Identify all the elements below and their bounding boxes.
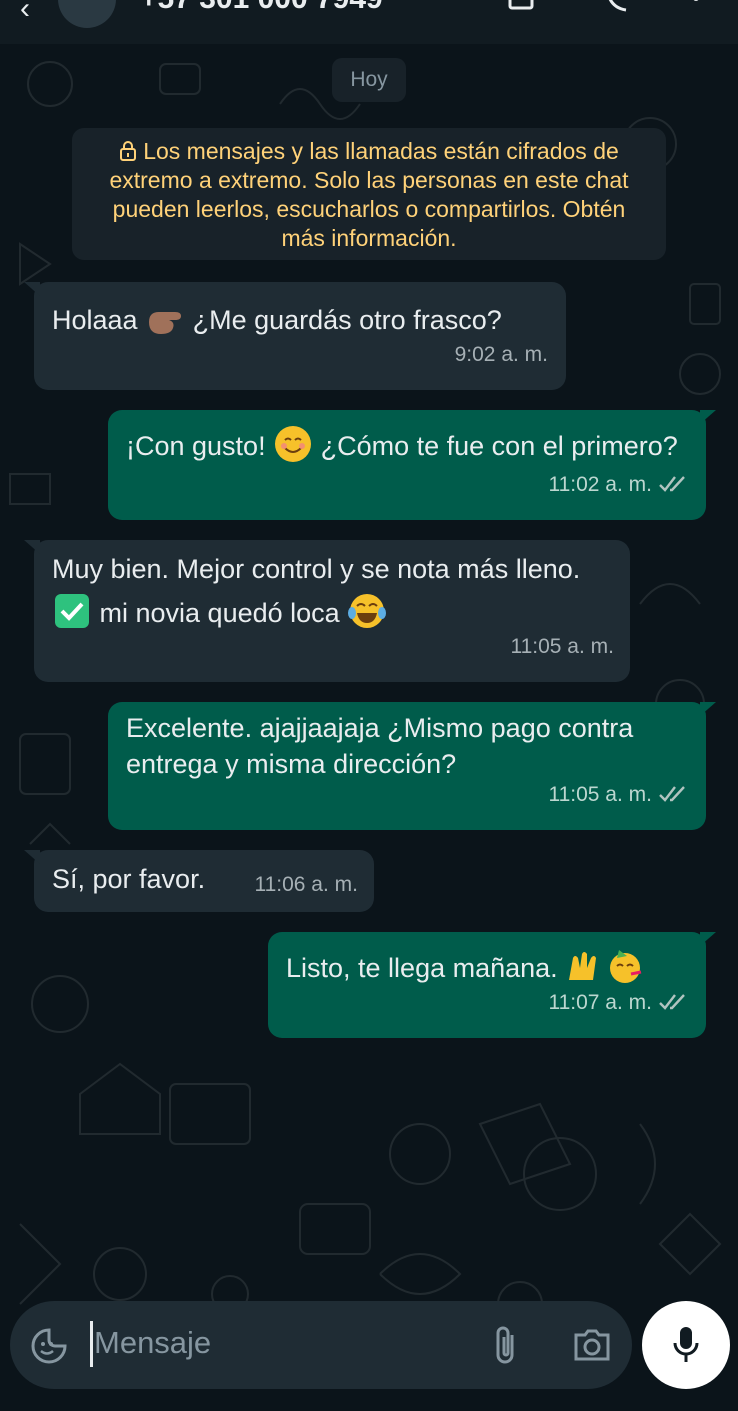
double-check-icon [659,994,685,1010]
bubble-tail [700,932,716,946]
date-separator: Hoy [332,58,406,102]
message-bubble-outgoing[interactable]: Listo, te llega mañana. 11:07 a. m. [268,932,716,1038]
attach-icon[interactable] [490,1323,520,1367]
bubble-tail [24,850,40,864]
camera-icon[interactable] [572,1327,612,1363]
double-check-icon [659,786,685,802]
message-text: Holaaa [52,305,138,335]
double-check-icon [659,476,685,492]
raising-hands-emoji [569,952,597,980]
contact-phone-number[interactable]: +57 301 000 7949 [140,0,383,16]
message-timestamp: 11:05 a. m. [510,635,614,658]
tears-of-joy-emoji [348,594,387,628]
message-timestamp: 11:06 a. m. [254,873,358,896]
more-options-icon[interactable] [688,0,704,12]
message-bubble-incoming[interactable]: Muy bien. Mejor control y se nota más ll… [24,540,630,682]
bubble-tail [24,282,40,296]
message-timestamp: 11:05 a. m. [548,773,690,816]
encryption-notice-text: Los mensajes y las llamadas están cifrad… [109,138,629,251]
microphone-icon [673,1327,699,1362]
pointing-hand-emoji [149,312,182,334]
message-bubble-incoming[interactable]: Sí, por favor. 11:06 a. m. [24,850,374,912]
message-bubble-outgoing[interactable]: ¡Con gusto! ¿Cómo te fue con el primero?… [108,410,716,520]
back-arrow-icon[interactable]: ‹ [20,0,30,26]
encryption-notice[interactable]: Los mensajes y las llamadas están cifrad… [72,128,666,260]
avatar[interactable] [58,0,116,28]
bubble-tail [700,410,716,424]
text-cursor [90,1321,93,1367]
bubble-tail [24,540,40,554]
microphone-button[interactable] [642,1301,730,1389]
message-text: ¿Cómo te fue con el primero? [320,431,678,461]
lock-icon [120,141,137,161]
message-text: ¡Con gusto! [126,431,266,461]
message-timestamp: 11:07 a. m. [548,981,690,1024]
video-call-icon[interactable] [508,0,540,12]
message-timestamp: 9:02 a. m. [454,343,548,366]
phone-call-icon[interactable] [604,0,636,12]
message-text: Listo, te llega mañana. [286,953,558,983]
sticker-icon[interactable] [30,1327,68,1365]
message-timestamp: 11:02 a. m. [548,463,690,506]
check-mark-emoji [55,594,89,628]
message-text: Excelente. ajajjaajaja ¿Mismo pago contr… [126,713,634,779]
message-text: Muy bien. Mejor control y se nota más ll… [52,554,581,584]
bubble-tail [700,702,716,716]
message-bubble-incoming[interactable]: Holaaa ¿Me guardás otro frasco? 9:02 a. … [24,282,566,390]
message-bubble-outgoing[interactable]: Excelente. ajajjaajaja ¿Mismo pago contr… [108,702,716,830]
message-input[interactable]: Mensaje [94,1325,211,1361]
message-text: Sí, por favor. [52,864,206,894]
smiling-face-emoji [275,426,312,462]
message-text: ¿Me guardás otro frasco? [192,305,502,335]
message-composer[interactable]: Mensaje [10,1301,632,1389]
chat-header: ‹ +57 301 000 7949 [0,0,738,44]
party-face-emoji [610,950,642,983]
message-text: mi novia quedó loca [99,598,340,628]
